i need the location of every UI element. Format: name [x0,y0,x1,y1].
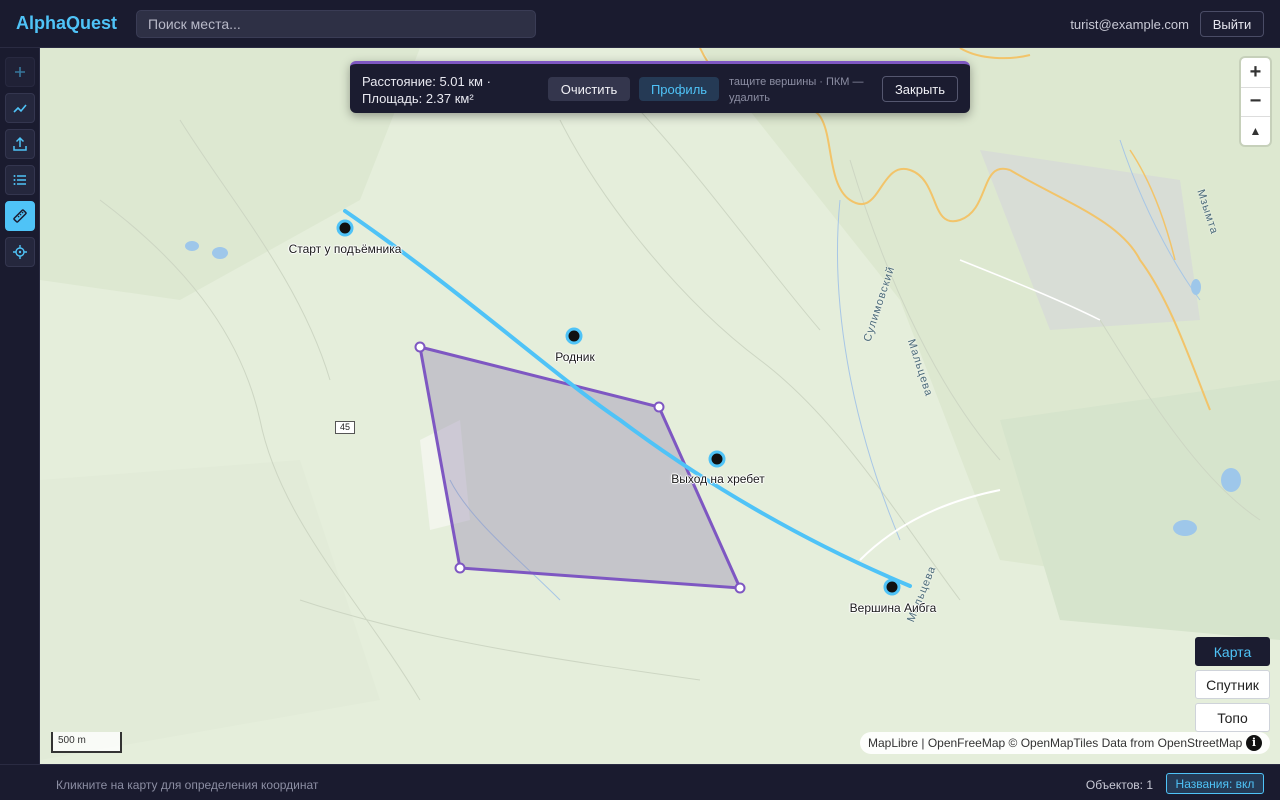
scale-bar: 500 m [51,732,122,753]
left-toolbar [0,48,40,764]
track-button[interactable] [5,93,35,123]
ruler-button[interactable] [5,201,35,231]
names-toggle-button[interactable]: Названия: вкл [1166,773,1264,794]
list-button[interactable] [5,165,35,195]
profile-button[interactable]: Профиль [639,77,719,101]
top-bar: AlphaQuest turist@example.com Выйти [0,0,1280,48]
marker-start [336,219,354,237]
marker-label[interactable]: Выход на хребет [671,472,765,486]
user-email: turist@example.com [1070,17,1189,32]
map-attribution: MapLibre | OpenFreeMap © OpenMapTiles Da… [860,732,1270,754]
upload-button[interactable] [5,129,35,159]
marker-label[interactable]: Вершина Аибга [850,601,937,615]
object-count: Объектов: 1 [1085,778,1153,792]
app-logo[interactable]: AlphaQuest [16,13,117,34]
measure-hint: тащите вершины · ПКМ — удалить [729,76,864,104]
search-input[interactable] [136,10,536,38]
zoom-in-button[interactable]: + [1241,58,1270,87]
plus-icon [15,67,25,77]
map-tiles [40,48,1280,760]
logout-button[interactable]: Выйти [1200,11,1264,37]
measure-stats: Расстояние: 5.01 км · Площадь: 2.37 км² [362,73,491,107]
track-line-icon [13,104,27,113]
upload-icon [13,136,27,151]
map-canvas[interactable]: Сулимовский Мальцева Мальцева Мзымта 45 … [40,48,1280,764]
list-icon [13,175,26,185]
distance-value: Расстояние: 5.01 км · [362,74,491,89]
ruler-icon [13,209,27,223]
area-value: Площадь: 2.37 км² [362,91,474,106]
status-bar: Кликните на карту для определения коорди… [0,764,1280,800]
measure-panel: Расстояние: 5.01 км · Площадь: 2.37 км² … [350,61,970,113]
zoom-control: + − ▲ [1241,58,1270,145]
layer-satellite-button[interactable]: Спутник [1195,670,1270,699]
info-icon[interactable]: i [1246,735,1262,751]
compass-button[interactable]: ▲ [1241,116,1270,145]
zoom-out-button[interactable]: − [1241,87,1270,116]
attribution-text[interactable]: MapLibre | OpenFreeMap © OpenMapTiles Da… [868,736,1242,750]
status-hint: Кликните на карту для определения коорди… [56,778,319,792]
close-button[interactable]: Закрыть [882,76,958,102]
layer-topo-button[interactable]: Топо [1195,703,1270,732]
marker-label[interactable]: Родник [555,350,594,364]
marker-label[interactable]: Старт у подъёмника [289,242,402,256]
layer-map-button[interactable]: Карта [1195,637,1270,666]
add-point-button[interactable] [5,57,35,87]
locate-button[interactable] [5,237,35,267]
road-number-shield: 45 [335,421,355,434]
clear-button[interactable]: Очистить [548,77,630,101]
crosshair-icon [13,245,27,259]
